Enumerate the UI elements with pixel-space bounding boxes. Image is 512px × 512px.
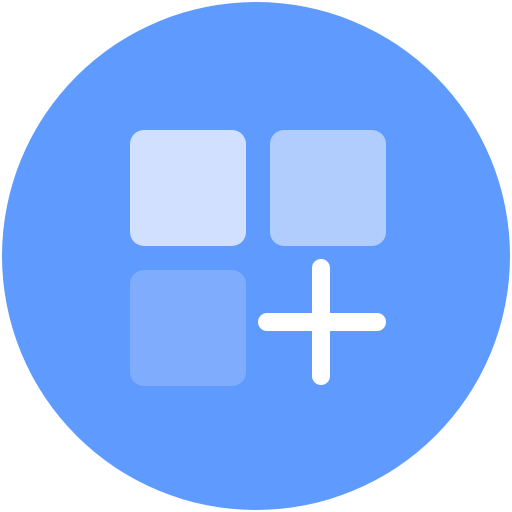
tile-top-left bbox=[130, 130, 246, 246]
tile-bottom-left bbox=[130, 270, 246, 386]
tile-top-right bbox=[270, 130, 386, 246]
icon-background-circle bbox=[2, 2, 510, 510]
add-widget-icon-graphic bbox=[2, 2, 510, 510]
add-widget-icon[interactable] bbox=[0, 0, 512, 512]
